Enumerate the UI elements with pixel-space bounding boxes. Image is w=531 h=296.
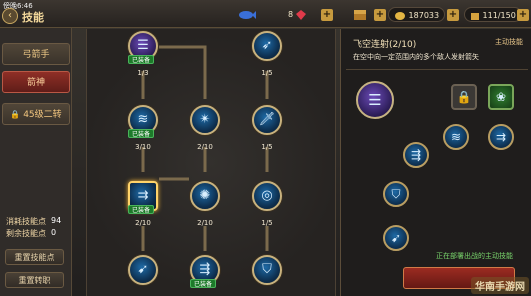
tab-arrow-god[interactable]: 箭神 xyxy=(2,71,70,93)
equipped-badge: 已装备 xyxy=(128,129,155,138)
arrow-rain-icon: ☰ xyxy=(368,91,382,109)
skill-title: 飞空连射(2/10) xyxy=(353,40,417,50)
locked-slot[interactable]: 🔒 xyxy=(451,84,477,110)
add-energy-button[interactable]: + xyxy=(517,9,529,21)
consumed-points-value: 94 xyxy=(51,216,62,225)
skill-node-scatter[interactable]: ✴ xyxy=(190,105,220,135)
energy-counter: 111/150 xyxy=(464,7,522,22)
equipped-badge: 已装备 xyxy=(128,55,155,64)
skill-level: 1/5 xyxy=(261,219,273,227)
skill-type: 主动技能 xyxy=(495,38,523,46)
skill-level: 1/5 xyxy=(261,143,273,151)
diamond-count: 8 xyxy=(288,10,294,19)
scatter-arrow-icon: ⇉ xyxy=(495,130,507,144)
bow-draw-icon: ➹ xyxy=(390,231,402,245)
bow-icon: ➶ xyxy=(261,38,273,53)
equipped-badge: 已装备 xyxy=(190,279,217,288)
skill-node-target[interactable]: ◎ xyxy=(252,181,282,211)
add-gold-button[interactable]: + xyxy=(447,9,459,21)
lock-icon: 🔒 xyxy=(10,110,21,119)
watermark: 华南手游网 xyxy=(471,277,529,294)
gold-counter: 187033 xyxy=(388,7,446,22)
nova-icon: ✺ xyxy=(199,188,211,203)
bow-draw-icon: ➹ xyxy=(137,262,149,277)
deploy-note: 正在部署出战的主动技能 xyxy=(436,252,513,260)
shield-arrow-icon: ⛉ xyxy=(262,262,272,277)
energy-icon xyxy=(471,12,479,20)
skill-slot-selected[interactable]: ⇶ xyxy=(403,142,429,168)
scatter-arrow-icon: ✴ xyxy=(199,112,211,127)
skill-level: 1/3 xyxy=(137,69,149,77)
buff-slot[interactable]: ❀ xyxy=(488,84,514,110)
skill-level: 1/5 xyxy=(261,69,273,77)
skill-level: 2/10 xyxy=(197,143,213,151)
skill-level: 2/10 xyxy=(135,219,151,227)
diamond-counter: 8 xyxy=(288,7,306,22)
skill-node-shield-arrow[interactable]: ⛉ xyxy=(252,255,282,285)
skill-node-bow-shot[interactable]: ➶ xyxy=(252,31,282,61)
dagger-icon: 🗡 xyxy=(258,112,276,127)
ruby-icon xyxy=(295,9,306,20)
top-bar: 傍晚6:46 ‹ 技能 8 + + 187033 + 111/150 + xyxy=(0,0,531,28)
skill-slot[interactable]: ➹ xyxy=(383,225,409,251)
skill-slot[interactable]: ≋ xyxy=(443,124,469,150)
fish-icon xyxy=(238,7,256,22)
energy-count: 111/150 xyxy=(482,11,516,20)
skill-level: 2/10 xyxy=(197,219,213,227)
skill-tree: ☰ 已装备 1/3 ➶ 1/5 ≋ 已装备 3/10 ✴ 2/10 🗡 1/5 … xyxy=(86,29,336,296)
consumed-points-label: 消耗技能点 xyxy=(6,217,46,226)
skill-detail-panel: 飞空连射(2/10) 主动技能 在空中向一定范围内的多个敌人发射箭矢 ☰ 🔒 ❀… xyxy=(340,29,531,296)
shield-arrow-icon: ⛉ xyxy=(391,187,401,201)
divider xyxy=(346,69,528,70)
add-diamond-button[interactable]: + xyxy=(321,9,333,21)
skill-level: 3/10 xyxy=(135,143,151,151)
remaining-points-value: 0 xyxy=(51,228,57,237)
tab-archer[interactable]: 弓箭手 xyxy=(2,43,70,65)
skill-node-dagger[interactable]: 🗡 xyxy=(252,105,282,135)
page-title: 技能 xyxy=(22,11,44,24)
volley-icon: ⇶ xyxy=(410,148,422,162)
reset-skill-points-button[interactable]: 重置技能点 xyxy=(5,249,64,265)
skill-node-bow-draw[interactable]: ➹ xyxy=(128,255,158,285)
chest-icon[interactable] xyxy=(353,7,367,22)
lock-icon: 🔒 xyxy=(456,90,472,104)
reset-class-button[interactable]: 重置转职 xyxy=(5,272,64,288)
skill-slot[interactable]: ⛉ xyxy=(383,181,409,207)
back-button[interactable]: ‹ xyxy=(2,8,18,24)
main-skill-slot[interactable]: ☰ xyxy=(356,81,394,119)
skill-description: 在空中向一定范围内的多个敌人发射箭矢 xyxy=(353,53,479,61)
remaining-points-label: 剩余技能点 xyxy=(6,229,46,238)
tri-arrow-icon: ≋ xyxy=(450,130,462,144)
leaf-icon: ❀ xyxy=(495,90,507,104)
gold-count: 187033 xyxy=(408,11,440,20)
tab-second-class-label: 45级二转 xyxy=(23,110,62,120)
tab-second-class[interactable]: 🔒 45级二转 xyxy=(2,103,70,125)
skill-node-nova[interactable]: ✺ xyxy=(190,181,220,211)
chest-add-button[interactable]: + xyxy=(374,9,386,21)
skill-slot[interactable]: ⇉ xyxy=(488,124,514,150)
target-icon: ◎ xyxy=(261,188,273,203)
gold-coin-icon xyxy=(395,11,405,20)
equipped-badge: 已装备 xyxy=(128,205,155,214)
class-sidebar: 弓箭手 箭神 🔒 45级二转 消耗技能点 94 剩余技能点 0 重置技能点 重置… xyxy=(0,28,72,296)
